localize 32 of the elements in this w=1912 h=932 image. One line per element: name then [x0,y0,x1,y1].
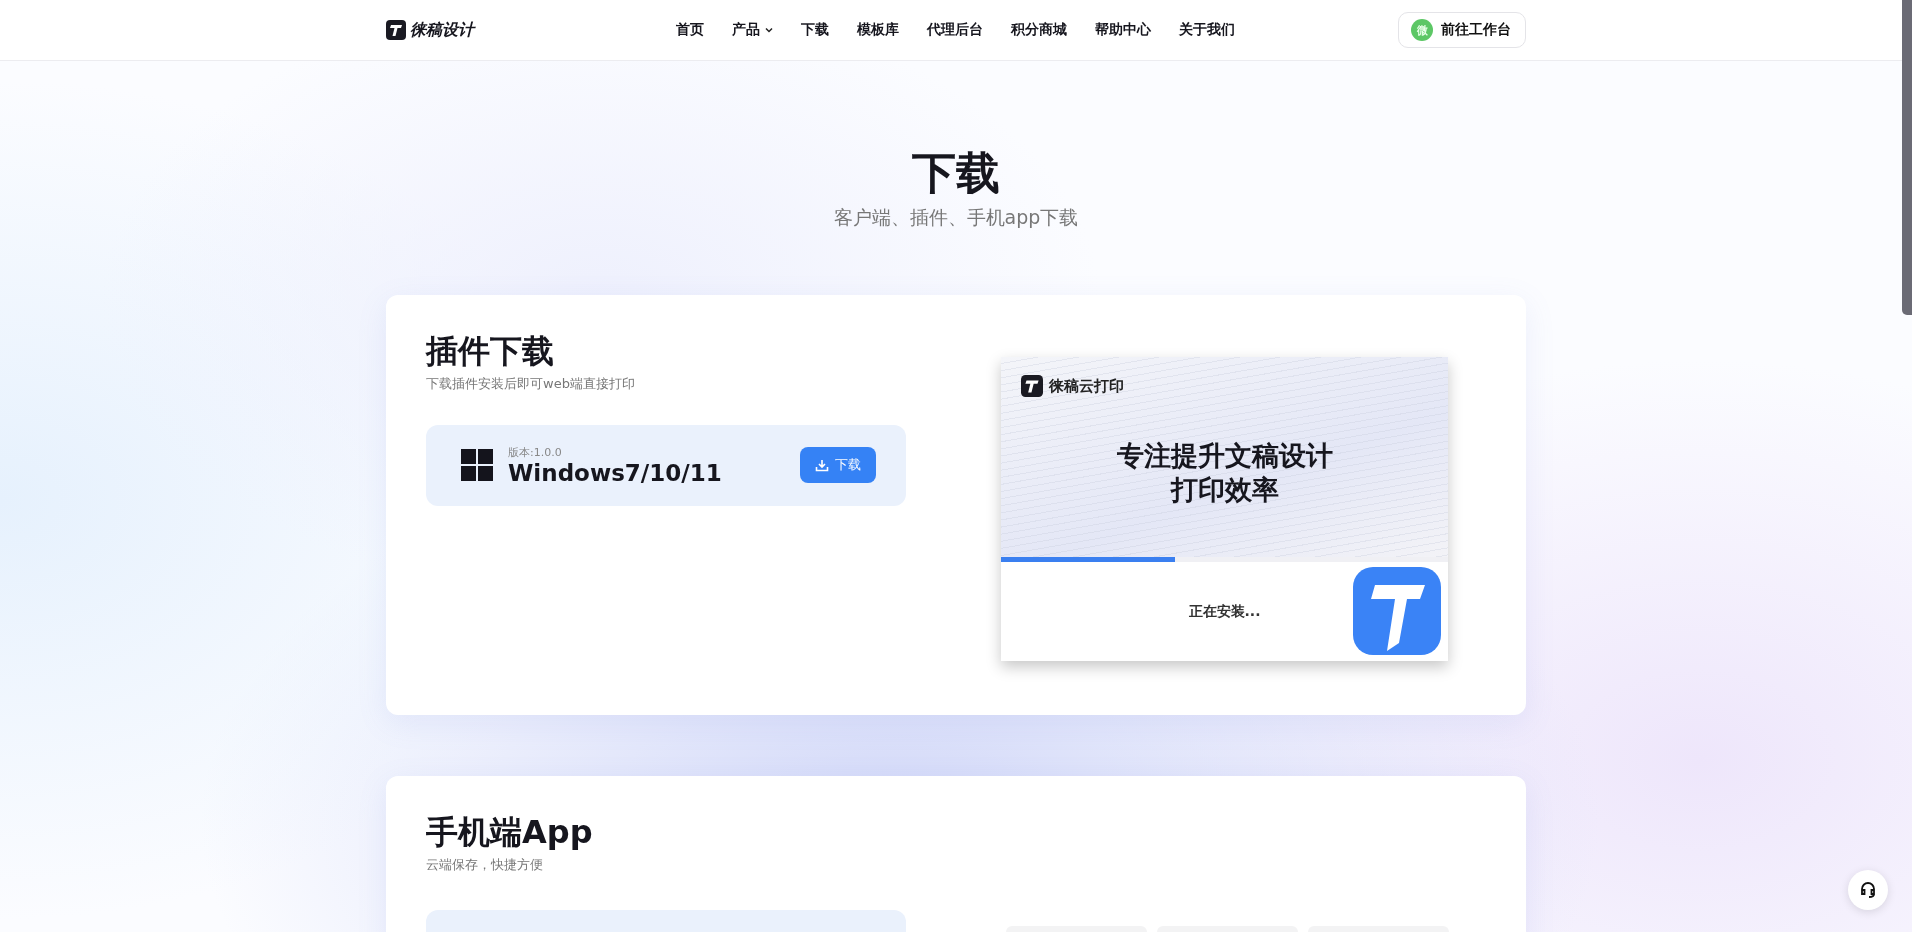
version-text: 版本:1.0.0 [508,444,563,460]
section-subtitle: 云端保存，快捷方便 [426,855,544,874]
caret-icon [765,27,773,33]
scrollbar-thumb[interactable] [1902,0,1912,315]
logo-text[interactable]: 徕稿设计 [410,19,474,41]
logo-icon [1021,375,1043,397]
download-icon [815,458,829,472]
nav-link[interactable]: 产品 [732,21,773,39]
platform-text: Windows7/10/11 [508,459,723,486]
app-logo-icon [1353,567,1441,655]
headline-text: 专注提升文稿设计 [1116,439,1333,473]
headset-icon [1859,881,1877,899]
nav-link[interactable]: 模板库 [857,21,899,39]
section-subtitle: 下载插件安装后即可web端直接打印 [426,374,636,393]
windows-icon [461,449,493,482]
nav-link[interactable]: 帮助中心 [1095,21,1151,39]
page-subtitle: 客户端、插件、手机app下载 [832,205,1080,231]
headline-text: 打印效率 [1170,472,1279,507]
nav-link[interactable]: 下载 [801,21,829,39]
page-title: 下载 [911,149,1001,198]
logo-icon [386,20,406,40]
workspace-button[interactable]: 微 前往工作台 [1398,12,1526,48]
nav-link[interactable]: 积分商城 [1011,21,1067,39]
brand-name: 徕稿云打印 [1049,376,1124,396]
section-title: 插件下载 [426,331,555,372]
section-title: 手机端App [426,812,594,853]
support-button[interactable] [1848,870,1888,910]
nav-link[interactable]: 首页 [676,21,704,39]
nav-link[interactable]: 关于我们 [1179,21,1235,39]
nav-link[interactable]: 代理后台 [927,21,983,39]
status-text: 正在安装... [1187,601,1262,621]
download-button[interactable]: 下载 [800,447,876,484]
